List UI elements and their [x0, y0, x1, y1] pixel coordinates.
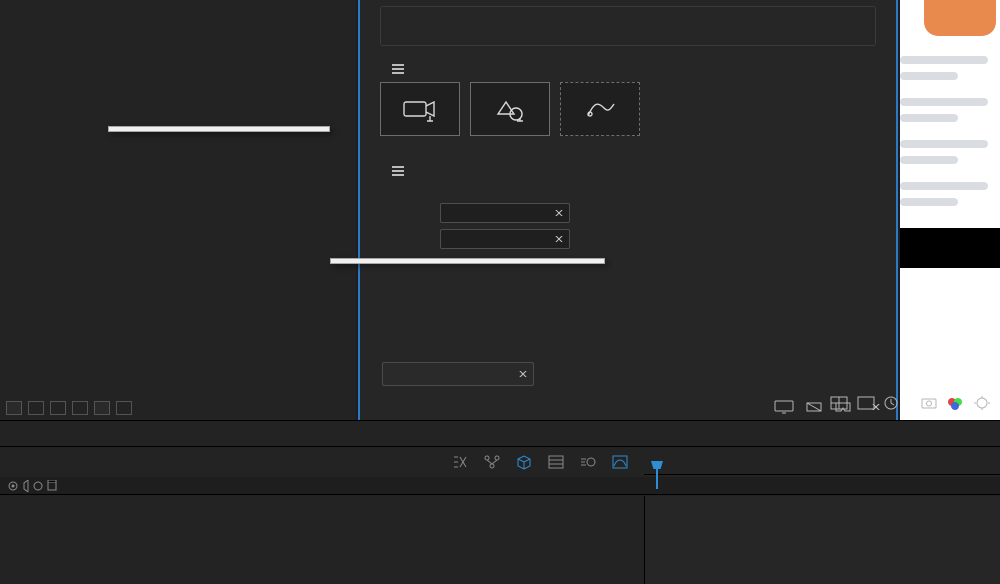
preview-shape	[900, 140, 988, 148]
composition-preview	[900, 0, 1000, 420]
boxcam-header	[380, 64, 876, 74]
time-ruler[interactable]	[644, 449, 1000, 475]
timeline-track-area[interactable]	[644, 496, 1000, 584]
preview-shape	[900, 182, 988, 190]
interpret-footage-submenu	[330, 258, 605, 264]
graph-editor-icon[interactable]	[610, 453, 630, 471]
boxcam-null-tool[interactable]	[470, 82, 550, 136]
preview-shape	[900, 198, 958, 206]
preview-shape	[900, 72, 958, 80]
preview-shape	[900, 156, 958, 164]
preview-letterbox	[900, 228, 1000, 268]
chevron-down-icon	[519, 371, 527, 377]
panel-box	[380, 6, 876, 46]
viewer-status-icons	[830, 396, 1000, 410]
trash-btn[interactable]	[116, 401, 132, 415]
render-queue-tab[interactable]	[20, 421, 56, 447]
easing-select[interactable]	[440, 203, 570, 223]
transparency-grid-icon[interactable]	[830, 396, 848, 410]
preview-shape	[900, 98, 988, 106]
preview-shape	[900, 56, 988, 64]
new-comp-btn[interactable]	[72, 401, 88, 415]
snapshot-icon[interactable]	[920, 396, 938, 410]
color-depth-btn[interactable]	[94, 401, 110, 415]
timeline-tool-icons	[450, 453, 630, 471]
toggle-mask-icon[interactable]	[804, 400, 824, 414]
boxcam-camera-tool[interactable]	[380, 82, 460, 136]
preview-shape	[924, 0, 996, 36]
draft3d-icon[interactable]	[514, 453, 534, 471]
project-context-menu	[108, 126, 330, 132]
exposure-icon[interactable]	[974, 396, 992, 410]
ease-header	[380, 166, 876, 176]
resolution-select[interactable]	[382, 362, 534, 386]
settings-btn[interactable]	[28, 401, 44, 415]
project-panel	[0, 0, 356, 420]
av-column-icons	[6, 480, 66, 492]
search-tree-icon[interactable]	[450, 453, 470, 471]
timeline-panel	[0, 420, 1000, 584]
frame-blend-icon[interactable]	[546, 453, 566, 471]
playhead[interactable]	[656, 469, 658, 489]
channels-icon[interactable]	[947, 396, 965, 410]
chevron-down-icon	[555, 236, 563, 242]
chevron-down-icon	[555, 210, 563, 216]
project-panel-footer	[0, 398, 356, 418]
clock-icon[interactable]	[884, 396, 902, 410]
panel-menu-icon[interactable]	[392, 166, 404, 176]
layer-columns-header	[0, 477, 1000, 495]
preview-shape	[900, 114, 958, 122]
display-icon[interactable]	[774, 400, 794, 414]
boxcam-settings-tool[interactable]	[560, 82, 640, 136]
new-folder-btn[interactable]	[50, 401, 66, 415]
interpret-icon[interactable]	[6, 401, 22, 415]
type-select[interactable]	[440, 229, 570, 249]
boxcam-tools	[380, 82, 876, 136]
timeline-tabs	[0, 421, 1000, 447]
composition-flow-icon[interactable]	[482, 453, 502, 471]
panel-menu-icon[interactable]	[392, 64, 404, 74]
region-icon[interactable]	[857, 396, 875, 410]
effects-side-panel	[358, 0, 898, 420]
viewer-footer	[360, 400, 896, 414]
motion-blur-icon[interactable]	[578, 453, 598, 471]
